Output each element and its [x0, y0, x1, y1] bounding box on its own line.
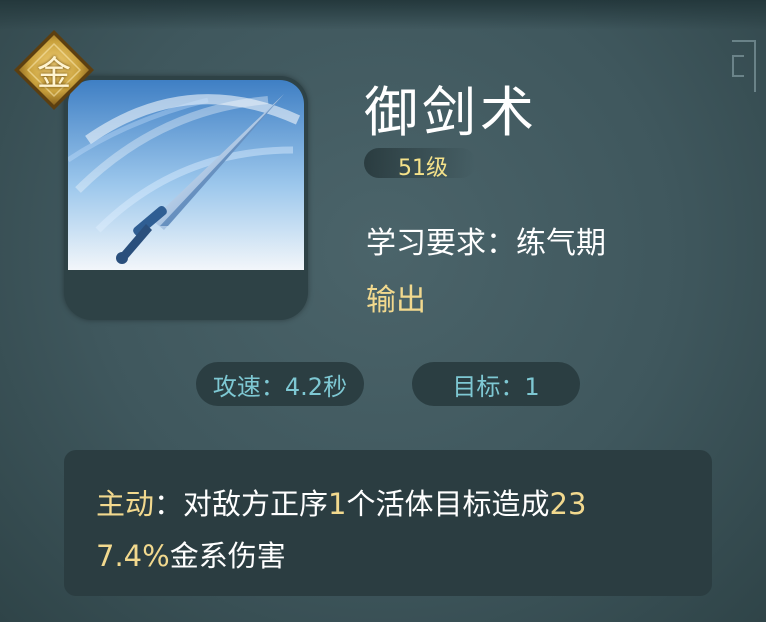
desc-text-3: 金系伤害 [169, 539, 286, 573]
top-shadow [0, 0, 766, 30]
skill-role: 输出 [366, 283, 426, 318]
desc-damage-b: 7.4% [96, 539, 170, 573]
attack-speed-pill: 攻速：4.2秒 [196, 362, 364, 406]
desc-damage-a: 23 [549, 487, 587, 521]
desc-label: 主动 [96, 487, 155, 521]
skill-icon-frame[interactable] [64, 76, 308, 320]
target-count-pill: 目标：1 [412, 362, 580, 406]
corner-ornament-inner [732, 55, 744, 77]
desc-target-num: 1 [328, 487, 347, 521]
skill-name: 御剑术 [364, 81, 538, 144]
skill-description: 主动：对敌方正序1个活体目标造成23 7.4%金系伤害 [96, 478, 676, 582]
skill-level: 51级 [398, 156, 448, 181]
desc-text-1: 对敌方正序 [183, 487, 329, 521]
badge-label: 金 [37, 53, 71, 94]
learn-requirement: 学习要求：练气期 [366, 226, 606, 261]
desc-text-2: 个活体目标造成 [346, 487, 550, 521]
desc-separator: ： [154, 487, 184, 521]
flying-sword-icon [68, 80, 304, 270]
quality-badge: 金 [12, 28, 96, 112]
